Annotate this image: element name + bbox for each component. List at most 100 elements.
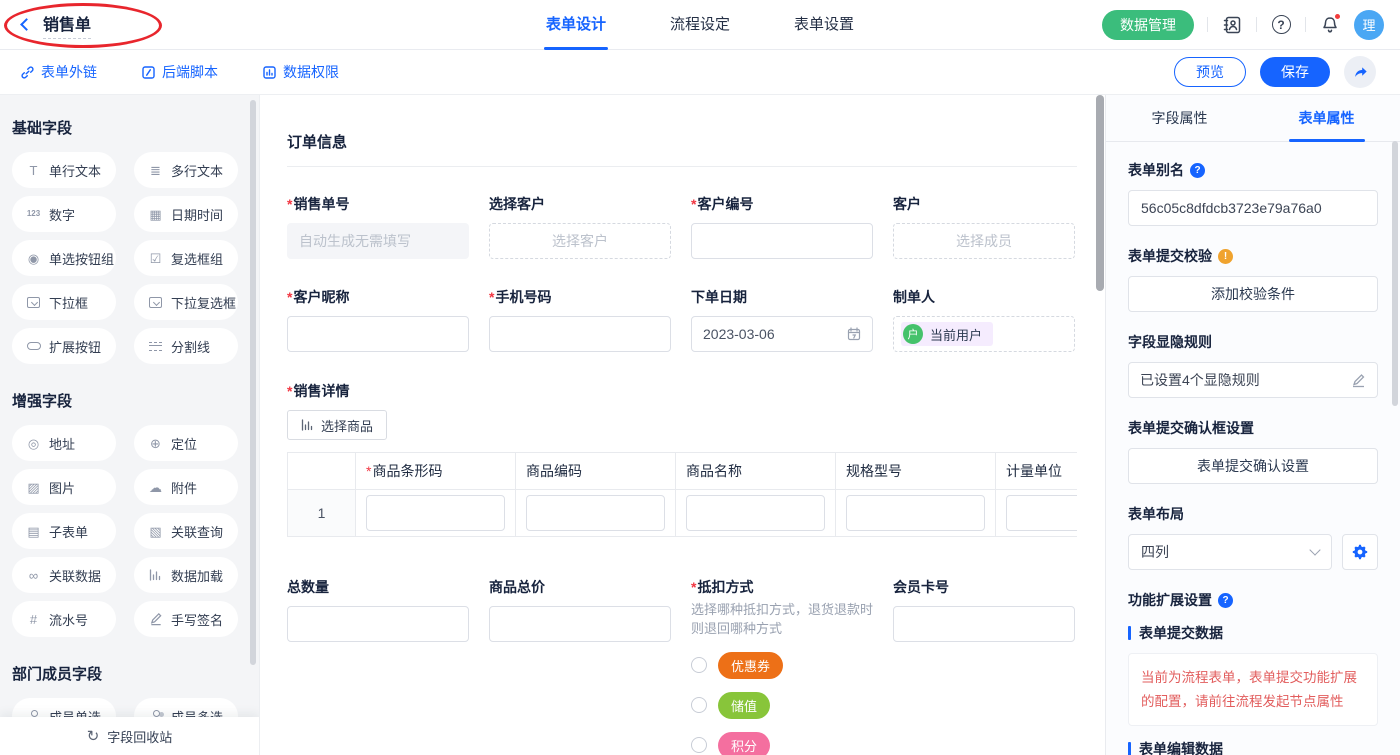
option-pill: 积分 bbox=[718, 732, 770, 755]
multi-line-text-icon: ≣ bbox=[147, 164, 164, 177]
subform-data-row: 1 bbox=[288, 490, 1078, 537]
mobile-input[interactable] bbox=[489, 316, 671, 352]
sidebar-item-single-line-text[interactable]: T单行文本 bbox=[12, 152, 116, 188]
sidebar-item-extend-button[interactable]: 扩展按钮 bbox=[12, 328, 116, 364]
sidebar-item-address[interactable]: ◎地址 bbox=[12, 425, 116, 461]
sidebar-item-linked-query[interactable]: ▧关联查询 bbox=[134, 513, 238, 549]
help-badge-icon[interactable] bbox=[1218, 593, 1233, 608]
sidebar-item-multi-line-text[interactable]: ≣多行文本 bbox=[134, 152, 238, 188]
subform-name-input[interactable] bbox=[686, 495, 825, 531]
tab-field-properties[interactable]: 字段属性 bbox=[1106, 95, 1253, 141]
deduction-option-coupon[interactable]: 优惠券 bbox=[691, 652, 873, 679]
subform-unit-input[interactable] bbox=[1006, 495, 1077, 531]
link-icon bbox=[20, 65, 35, 80]
field-customer-no[interactable]: *客户编号 bbox=[691, 194, 873, 259]
form-section-divider bbox=[287, 166, 1077, 167]
field-total-qty[interactable]: 总数量 bbox=[287, 577, 469, 642]
location-icon: ⊕ bbox=[147, 437, 164, 450]
multi-select-icon bbox=[147, 297, 164, 308]
tab-flow-setting[interactable]: 流程设定 bbox=[670, 0, 730, 50]
help-badge-icon[interactable] bbox=[1190, 163, 1205, 178]
sidebar-item-number[interactable]: 123数字 bbox=[12, 196, 116, 232]
select-member-button[interactable]: 选择成员 bbox=[893, 223, 1075, 259]
sidebar-item-datetime[interactable]: ▦日期时间 bbox=[134, 196, 238, 232]
form-name-title[interactable]: 销售单 bbox=[43, 11, 91, 39]
checkbox-group-icon: ☑ bbox=[147, 252, 164, 265]
subform-spec-input[interactable] bbox=[846, 495, 985, 531]
sidebar-item-linked-data[interactable]: ∞关联数据 bbox=[12, 557, 116, 593]
sidebar-item-signature[interactable]: 手写签名 bbox=[134, 601, 238, 637]
select-goods-button[interactable]: 选择商品 bbox=[287, 410, 387, 440]
sidebar-item-subform[interactable]: ▤子表单 bbox=[12, 513, 116, 549]
customer-no-input[interactable] bbox=[691, 223, 873, 259]
save-button[interactable]: 保存 bbox=[1260, 57, 1330, 87]
warning-badge-icon[interactable] bbox=[1218, 249, 1233, 264]
sidebar-item-checkbox-group[interactable]: ☑复选框组 bbox=[134, 240, 238, 276]
field-member-card[interactable]: 会员卡号 bbox=[893, 577, 1075, 642]
back-chevron-icon bbox=[20, 18, 33, 31]
add-validation-button[interactable]: 添加校验条件 bbox=[1128, 276, 1378, 312]
field-sales-no[interactable]: *销售单号 bbox=[287, 194, 469, 259]
form-canvas: 订单信息 *销售单号 选择客户 选择客户 *客户编号 客户 选择成员 bbox=[260, 95, 1105, 755]
field-order-date[interactable]: 下单日期 2023-03-06 bbox=[691, 287, 873, 352]
required-mark: * bbox=[287, 196, 292, 212]
layout-settings-button[interactable] bbox=[1342, 534, 1378, 570]
field-nickname[interactable]: *客户昵称 bbox=[287, 287, 469, 352]
back-button[interactable]: 销售单 bbox=[16, 11, 91, 39]
tab-form-setting[interactable]: 表单设置 bbox=[794, 0, 854, 50]
sidebar-item-select[interactable]: 下拉框 bbox=[12, 284, 116, 320]
external-link-button[interactable]: 表单外链 bbox=[20, 62, 97, 82]
sidebar-item-data-load[interactable]: 数据加载 bbox=[134, 557, 238, 593]
sidebar-item-multi-select[interactable]: 下拉复选框 bbox=[134, 284, 238, 320]
field-row-2: *客户昵称 *手机号码 下单日期 2023-03-06 制单人 户 bbox=[287, 287, 1105, 352]
option-pill: 储值 bbox=[718, 692, 770, 719]
radio-unselected[interactable] bbox=[691, 657, 707, 673]
field-mobile[interactable]: *手机号码 bbox=[489, 287, 671, 352]
radio-unselected[interactable] bbox=[691, 697, 707, 713]
subform-barcode-input[interactable] bbox=[366, 495, 505, 531]
notification-bell-icon[interactable] bbox=[1319, 14, 1341, 36]
sidebar-item-radio-group[interactable]: ◉单选按钮组 bbox=[12, 240, 116, 276]
panel-scrollbar[interactable] bbox=[1392, 141, 1398, 406]
sidebar-item-attachment[interactable]: ☁附件 bbox=[134, 469, 238, 505]
field-select-customer[interactable]: 选择客户 选择客户 bbox=[489, 194, 671, 259]
visibility-rules-box[interactable]: 已设置4个显隐规则 bbox=[1128, 362, 1378, 398]
edit-icon[interactable] bbox=[1351, 373, 1366, 388]
radio-unselected[interactable] bbox=[691, 737, 707, 753]
subform-header-spec: 规格型号 bbox=[836, 453, 996, 490]
nickname-input[interactable] bbox=[287, 316, 469, 352]
field-customer[interactable]: 客户 选择成员 bbox=[893, 194, 1075, 259]
total-price-input[interactable] bbox=[489, 606, 671, 642]
total-qty-input[interactable] bbox=[287, 606, 469, 642]
sidebar-item-location[interactable]: ⊕定位 bbox=[134, 425, 238, 461]
layout-select[interactable]: 四列 bbox=[1128, 534, 1332, 570]
creator-member-box[interactable]: 户 当前用户 bbox=[893, 316, 1075, 352]
recycle-icon: ↻ bbox=[87, 729, 100, 744]
submit-confirm-button[interactable]: 表单提交确认设置 bbox=[1128, 448, 1378, 484]
preview-button[interactable]: 预览 bbox=[1174, 57, 1246, 87]
select-customer-button[interactable]: 选择客户 bbox=[489, 223, 671, 259]
deduction-option-points[interactable]: 积分 bbox=[691, 732, 873, 755]
tab-form-design[interactable]: 表单设计 bbox=[546, 0, 606, 50]
subform-code-input[interactable] bbox=[526, 495, 665, 531]
tab-form-properties[interactable]: 表单属性 bbox=[1253, 95, 1400, 141]
deduction-option-stored-value[interactable]: 储值 bbox=[691, 692, 873, 719]
canvas-scrollbar[interactable] bbox=[1096, 95, 1104, 291]
field-total-price[interactable]: 商品总价 bbox=[489, 577, 671, 642]
form-alias-input[interactable] bbox=[1128, 190, 1378, 226]
data-manage-button[interactable]: 数据管理 bbox=[1102, 10, 1194, 40]
sidebar-item-serial-number[interactable]: #流水号 bbox=[12, 601, 116, 637]
help-icon[interactable] bbox=[1270, 14, 1292, 36]
sidebar-item-divider[interactable]: 分割线 bbox=[134, 328, 238, 364]
member-card-input[interactable] bbox=[893, 606, 1075, 642]
share-button[interactable] bbox=[1344, 56, 1376, 88]
data-permission-button[interactable]: 数据权限 bbox=[262, 62, 339, 82]
backend-script-button[interactable]: 后端脚本 bbox=[141, 62, 218, 82]
sidebar-item-image[interactable]: ▨图片 bbox=[12, 469, 116, 505]
sidebar-scrollbar[interactable] bbox=[250, 100, 256, 665]
field-creator[interactable]: 制单人 户 当前用户 bbox=[893, 287, 1075, 352]
order-date-picker[interactable]: 2023-03-06 bbox=[691, 316, 873, 352]
contacts-icon[interactable] bbox=[1221, 14, 1243, 36]
user-avatar[interactable]: 理 bbox=[1354, 10, 1384, 40]
field-recycle-bin[interactable]: ↻ 字段回收站 bbox=[0, 717, 259, 755]
